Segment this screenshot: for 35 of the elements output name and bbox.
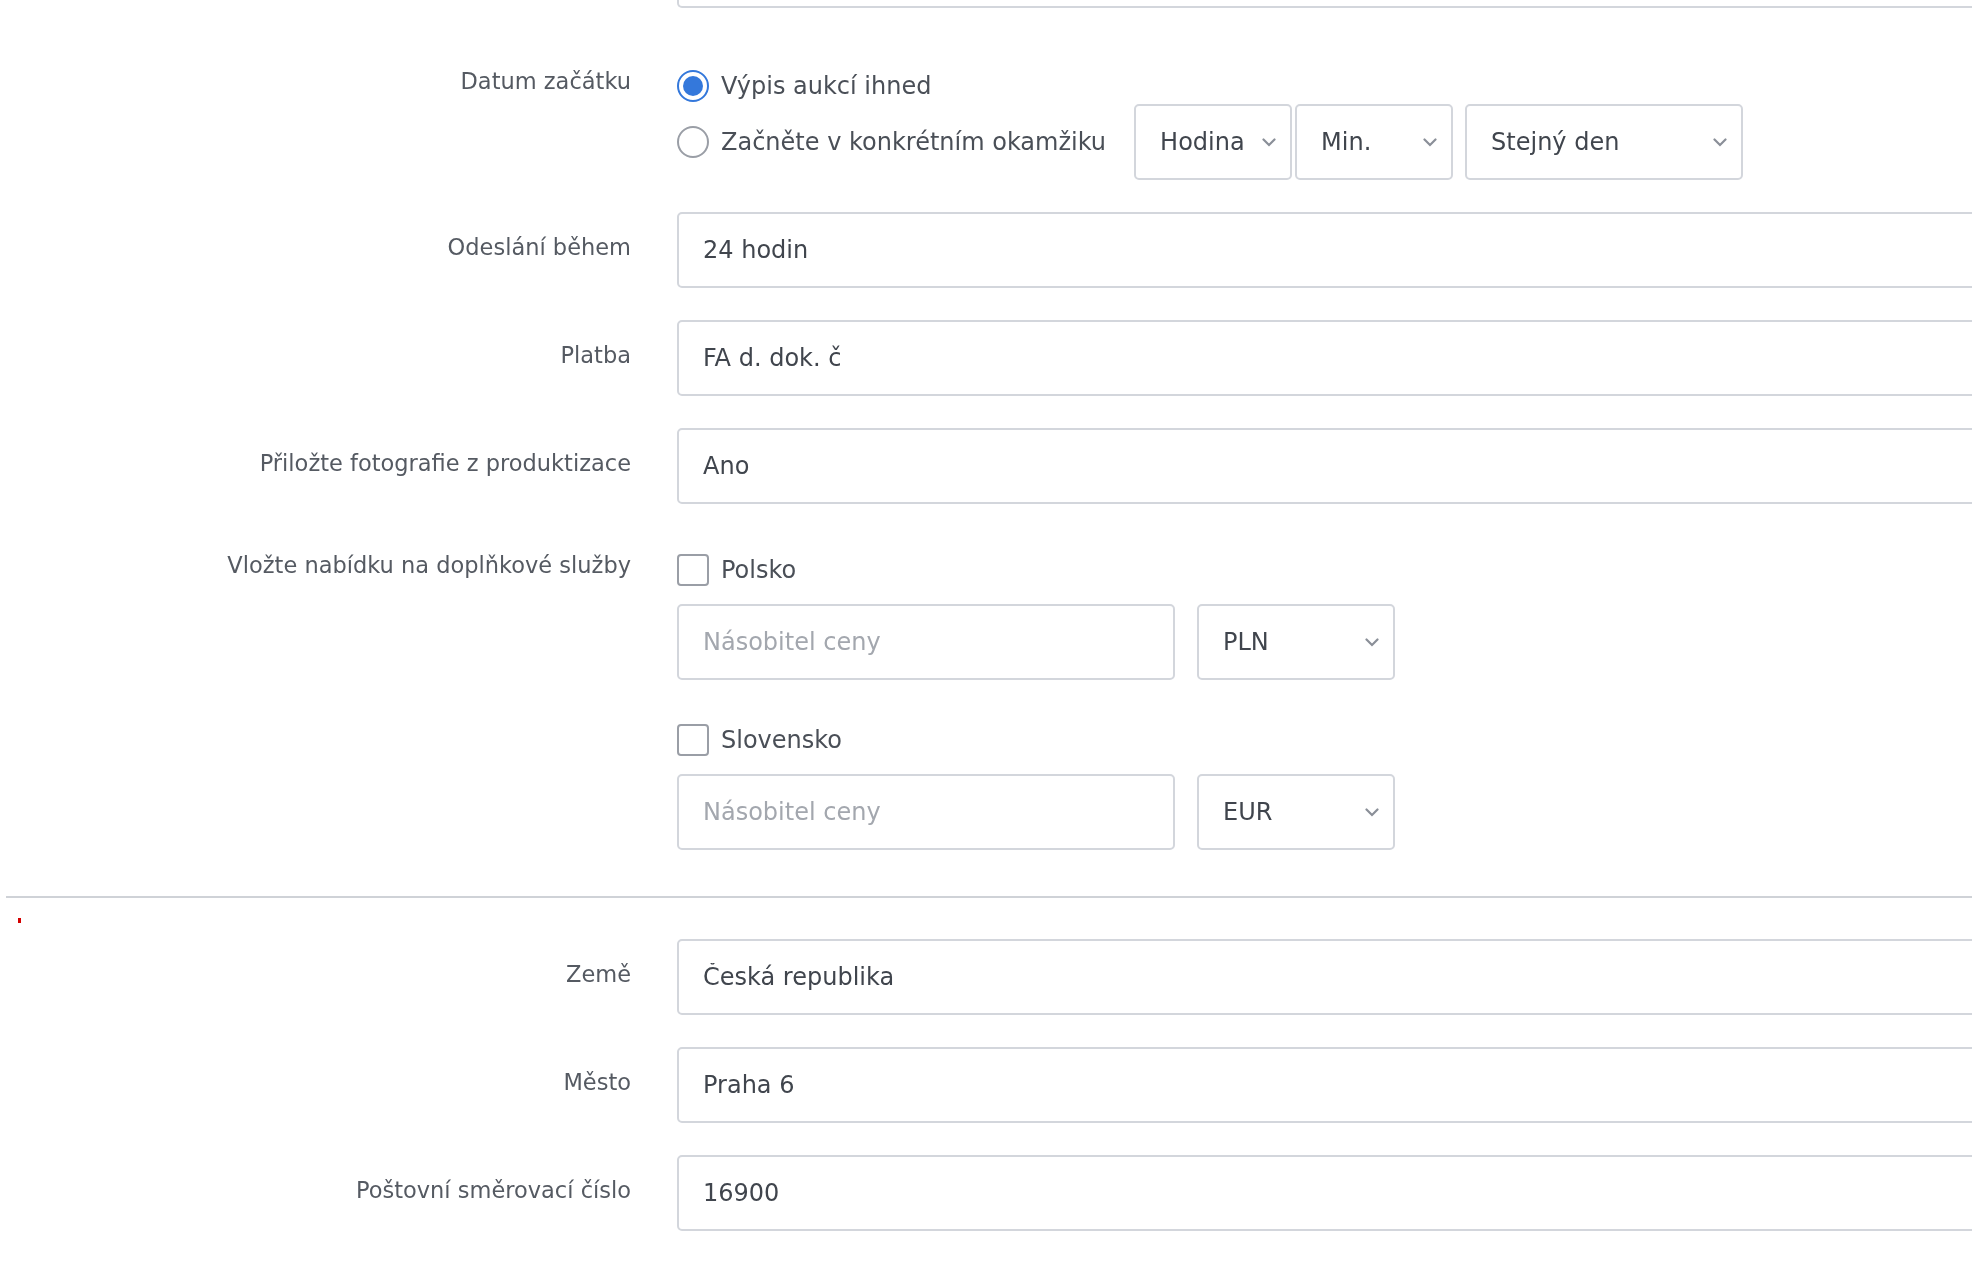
price-multiplier-field[interactable]: Násobitel ceny bbox=[677, 774, 1175, 850]
text-field[interactable]: Ano bbox=[677, 428, 1972, 504]
field-label: Platba bbox=[560, 341, 631, 368]
radio-button[interactable] bbox=[677, 70, 709, 102]
chevron-down-icon bbox=[1423, 137, 1438, 147]
field-label: Datum začátku bbox=[460, 67, 631, 94]
checkbox[interactable] bbox=[677, 554, 709, 586]
radio-button[interactable] bbox=[677, 126, 709, 158]
checkbox[interactable] bbox=[677, 724, 709, 756]
checkbox-label[interactable]: Slovensko bbox=[721, 726, 842, 754]
chevron-down-icon bbox=[1713, 137, 1728, 147]
price-multiplier-field[interactable]: Násobitel ceny bbox=[677, 604, 1175, 680]
field-label: Země bbox=[565, 960, 631, 987]
currency-dropdown[interactable]: PLN bbox=[1197, 604, 1395, 680]
text-field[interactable]: FA d. dok. č bbox=[677, 320, 1972, 396]
dropdown[interactable]: Stejný den bbox=[1465, 104, 1744, 180]
text-field[interactable]: Česká republika bbox=[677, 939, 1972, 1015]
text-field[interactable]: Praha 6 bbox=[677, 1047, 1972, 1123]
dropdown[interactable]: Min. bbox=[1295, 104, 1454, 180]
currency-dropdown[interactable]: EUR bbox=[1197, 774, 1395, 850]
field-label: Odeslání během bbox=[447, 233, 631, 260]
chevron-down-icon bbox=[1365, 637, 1379, 647]
dropdown[interactable]: Hodina bbox=[1134, 104, 1293, 180]
field-label: Poštovní směrovací číslo bbox=[355, 1176, 631, 1203]
text-field[interactable]: 24 hodin bbox=[677, 212, 1972, 288]
text-field[interactable]: 16900 bbox=[677, 1155, 1972, 1231]
chevron-down-icon bbox=[1262, 137, 1277, 147]
error-mark bbox=[18, 918, 21, 923]
chevron-down-icon bbox=[1365, 807, 1379, 817]
field-label: Město bbox=[563, 1068, 631, 1095]
field-label: Přiložte fotografie z produktizace bbox=[259, 449, 631, 476]
radio-label[interactable]: Výpis aukcí ihned bbox=[721, 72, 932, 100]
checkbox-label[interactable]: Polsko bbox=[721, 556, 797, 584]
radio-label[interactable]: Začněte v konkrétním okamžiku bbox=[721, 128, 1107, 156]
field-label: Vložte nabídku na doplňkové služby bbox=[227, 551, 631, 578]
